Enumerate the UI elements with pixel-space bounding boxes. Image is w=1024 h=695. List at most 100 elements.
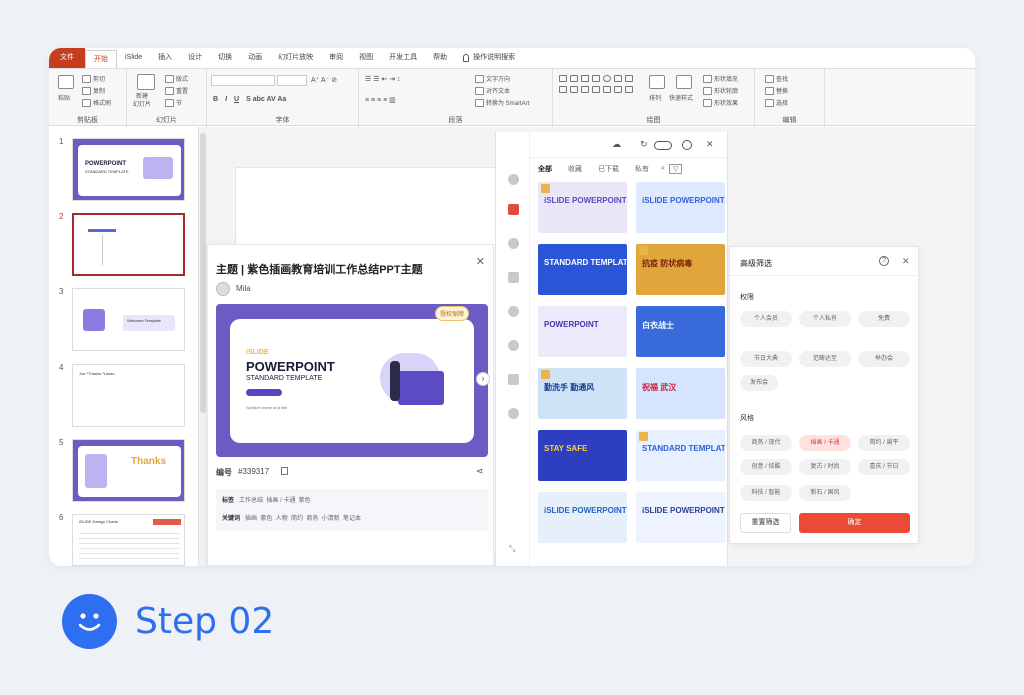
close-icon[interactable]: ✕ (902, 256, 910, 267)
template-card[interactable]: STAY SAFE (538, 430, 627, 481)
template-card[interactable]: 勤洗手 勤通风 (538, 368, 627, 419)
shape-curve-icon[interactable] (581, 86, 589, 93)
arrange-icon[interactable] (649, 75, 665, 89)
rights-chip[interactable]: 个人私有 (799, 311, 851, 327)
cut-button[interactable]: 剪切 (82, 74, 105, 83)
slide-thumb-6[interactable]: iSLIDE Design Charts (72, 514, 185, 566)
share-icon[interactable]: ⋖ (476, 466, 484, 477)
refresh-icon[interactable]: ↻ (640, 139, 648, 150)
template-card[interactable]: iSLIDE POWERPOINT (538, 182, 627, 233)
shape-triangle-icon[interactable] (625, 75, 633, 82)
template-card[interactable]: 祝福 武汉 (636, 368, 725, 419)
slide-thumb-2[interactable] (72, 213, 185, 276)
find-button[interactable]: 查找 (765, 74, 788, 83)
shape-fill-button[interactable]: 形状填充 (703, 74, 738, 83)
template-card[interactable]: iSLIDE POWERPOINT (538, 492, 627, 543)
align-text-button[interactable]: 对齐文本 (475, 86, 510, 95)
filter-all[interactable]: 全部 (530, 164, 560, 174)
globe-icon[interactable] (508, 408, 519, 419)
filter-downloaded[interactable]: 已下载 (590, 164, 627, 174)
tab-islide[interactable]: iSlide (117, 48, 150, 68)
reset-button[interactable]: 重置 (165, 86, 188, 95)
quick-styles-button[interactable]: 快速样式 (669, 93, 693, 102)
tab-developer[interactable]: 开发工具 (381, 48, 425, 68)
template-card[interactable]: STANDARD TEMPLATE (538, 244, 627, 295)
copy-icon[interactable] (281, 467, 289, 475)
tab-file[interactable]: 文件 (49, 48, 85, 68)
shape-star-icon[interactable] (592, 86, 600, 93)
slide-thumb-3[interactable]: Welcome Template (72, 288, 185, 351)
slide-thumb-1[interactable]: POWERPOINT STANDARD TEMPLATE (72, 138, 185, 201)
style-chip[interactable]: 新石 / 国风 (799, 485, 851, 501)
template-card[interactable]: 白衣战士 (636, 306, 725, 357)
text-direction-button[interactable]: 文字方向 (475, 74, 510, 83)
shape-rect-icon[interactable] (570, 86, 578, 93)
new-slide-button[interactable]: 新建 幻灯片 (133, 93, 151, 109)
search-icon[interactable]: ⌕ (657, 165, 669, 173)
scrollbar-thumb[interactable] (200, 133, 206, 413)
shape-more-icon[interactable] (625, 86, 633, 93)
shape-oval-icon[interactable] (603, 75, 611, 82)
close-icon[interactable]: ✕ (476, 255, 485, 268)
shape-rect-icon[interactable] (570, 75, 578, 82)
rights-chip[interactable]: 举办会 (858, 351, 910, 367)
theme-icon[interactable] (508, 204, 519, 215)
toggle-icon[interactable] (654, 141, 672, 150)
filter-funnel-icon[interactable]: ▽ (668, 164, 683, 174)
rights-chip[interactable]: 个人会员 (740, 311, 792, 327)
rights-chip[interactable]: 范畴达至 (799, 351, 851, 367)
shape-effects-button[interactable]: 形状效果 (703, 98, 738, 107)
camera-icon[interactable] (508, 174, 519, 185)
font-size-select[interactable] (277, 75, 307, 86)
template-card[interactable]: iSLIDE POWERPOINT (636, 182, 725, 233)
shape-line-icon[interactable] (581, 75, 589, 82)
tab-home[interactable]: 开始 (85, 50, 117, 68)
help-icon[interactable]: ? (879, 256, 889, 266)
paste-icon[interactable] (58, 75, 74, 89)
copy-button[interactable]: 复制 (82, 86, 105, 95)
shape-outline-button[interactable]: 形状轮廓 (703, 86, 738, 95)
rights-chip[interactable]: 免费 (858, 311, 910, 327)
confirm-button[interactable]: 确定 (799, 513, 910, 533)
help-icon[interactable] (682, 140, 692, 150)
tab-animations[interactable]: 动画 (240, 48, 270, 68)
tab-help[interactable]: 帮助 (425, 48, 455, 68)
tab-transitions[interactable]: 切换 (210, 48, 240, 68)
shape-arrow-icon[interactable] (592, 75, 600, 82)
thumbnails-scrollbar[interactable] (199, 127, 207, 566)
shape-brace-icon[interactable] (603, 86, 611, 93)
shape-rect-icon[interactable] (559, 75, 567, 82)
filter-favorites[interactable]: 收藏 (560, 164, 590, 174)
reset-filter-button[interactable]: 重置筛选 (740, 513, 791, 533)
filter-private[interactable]: 私有 (627, 164, 657, 174)
template-card[interactable]: STANDARD TEMPLATE (636, 430, 725, 481)
tab-slideshow[interactable]: 幻灯片放映 (270, 48, 321, 68)
select-button[interactable]: 选择 (765, 98, 788, 107)
replace-button[interactable]: 替换 (765, 86, 788, 95)
layout-button[interactable]: 版式 (165, 74, 188, 83)
tell-me-search[interactable]: 操作说明搜索 (455, 48, 523, 68)
rights-chip[interactable]: 发布会 (740, 375, 778, 391)
style-chip[interactable]: 创意 / 炫酷 (740, 459, 792, 475)
quick-styles-icon[interactable] (676, 75, 692, 89)
template-card[interactable]: POWERPOINT (538, 306, 627, 357)
preview-image[interactable]: iSLIDE POWERPOINT STANDARD TEMPLATE Spea… (216, 304, 488, 457)
format-painter-button[interactable]: 格式刷 (82, 98, 111, 107)
tab-review[interactable]: 审阅 (321, 48, 351, 68)
library-icon[interactable] (508, 340, 519, 351)
next-arrow-icon[interactable]: › (476, 372, 490, 386)
chart-icon[interactable] (508, 272, 519, 283)
tab-design[interactable]: 设计 (180, 48, 210, 68)
arrange-button[interactable]: 排列 (649, 93, 661, 102)
style-chip[interactable]: 复古 / 时尚 (799, 459, 851, 475)
shape-rect-icon[interactable] (614, 86, 622, 93)
palette-icon[interactable] (508, 238, 519, 249)
close-icon[interactable]: ✕ (706, 139, 714, 150)
paste-button[interactable]: 粘贴 (58, 93, 70, 102)
template-card[interactable]: 抗疫 防状病毒 (636, 244, 725, 295)
rights-chip[interactable]: 节日大典 (740, 351, 792, 367)
section-button[interactable]: 节 (165, 98, 182, 107)
style-chip[interactable]: 喜庆 / 节日 (858, 459, 910, 475)
shape-rect-icon[interactable] (559, 86, 567, 93)
shape-rect-icon[interactable] (614, 75, 622, 82)
